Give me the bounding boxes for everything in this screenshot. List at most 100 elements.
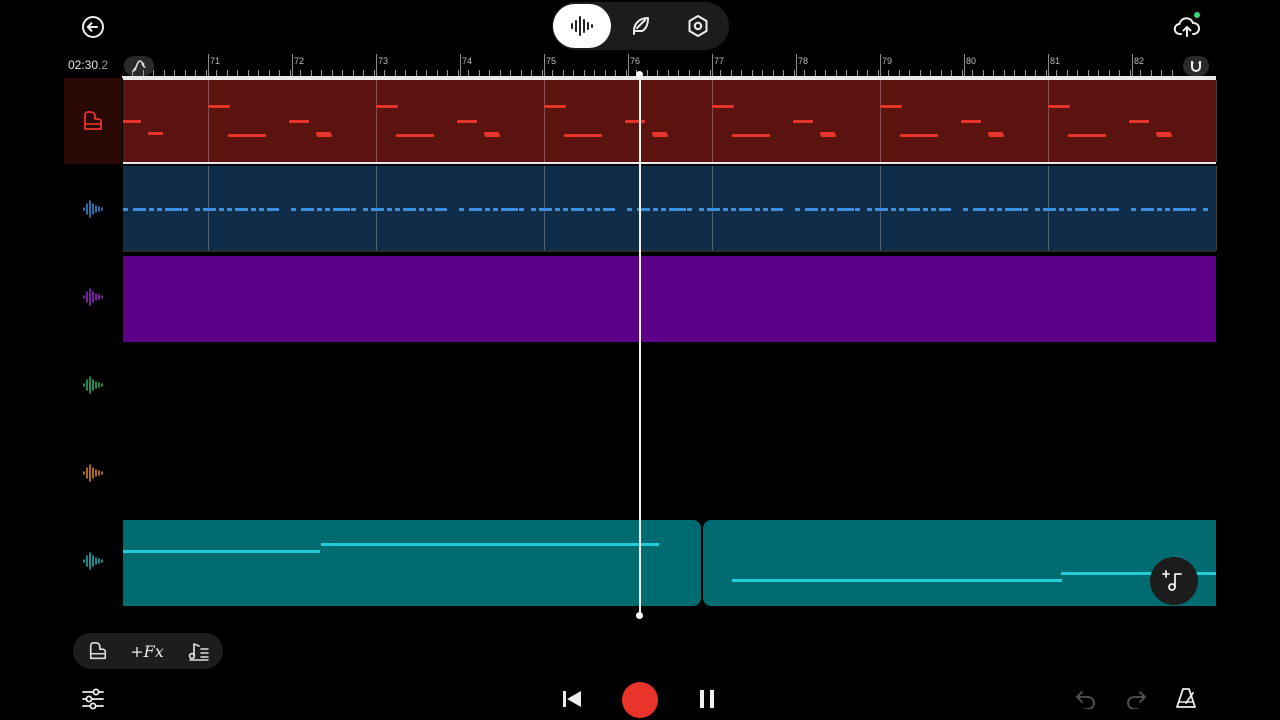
metronome-button[interactable] xyxy=(1172,684,1200,712)
midi-note[interactable] xyxy=(820,132,835,135)
bar-line xyxy=(964,54,965,76)
ruler-tick xyxy=(185,70,186,76)
midi-note[interactable] xyxy=(316,132,331,135)
midi-note[interactable] xyxy=(712,105,734,108)
track-header-green[interactable] xyxy=(64,342,122,428)
ruler-tick xyxy=(1004,70,1005,76)
midi-note[interactable] xyxy=(396,134,434,137)
midi-note[interactable] xyxy=(732,134,770,137)
bar-divider xyxy=(1216,80,1217,162)
mixer-button[interactable] xyxy=(80,686,106,712)
ruler-tick xyxy=(678,70,679,76)
midi-note[interactable] xyxy=(291,120,309,123)
redo-button[interactable] xyxy=(1122,686,1150,712)
add-note-button[interactable] xyxy=(1150,557,1198,605)
midi-note[interactable] xyxy=(900,134,938,137)
track-header-teal[interactable] xyxy=(64,518,122,604)
orange-lane-empty[interactable] xyxy=(123,430,1216,516)
midi-note[interactable] xyxy=(1068,134,1106,137)
ruler-tick xyxy=(164,70,165,76)
ruler-tick xyxy=(605,70,606,76)
bar-divider xyxy=(712,80,713,162)
undo-button[interactable] xyxy=(1072,686,1100,712)
drum-hit xyxy=(1203,208,1208,211)
midi-note[interactable] xyxy=(627,120,645,123)
instrument-button[interactable] xyxy=(85,639,111,663)
track-header-drums[interactable] xyxy=(64,166,122,252)
midi-note[interactable] xyxy=(544,105,566,108)
midi-note[interactable] xyxy=(1156,132,1171,135)
midi-note[interactable] xyxy=(1048,105,1070,108)
green-lane-empty[interactable] xyxy=(123,342,1216,428)
midi-note[interactable] xyxy=(228,134,266,137)
settings-mode-button[interactable] xyxy=(669,4,727,48)
bar-divider xyxy=(376,80,377,162)
cloud-upload-icon xyxy=(1173,17,1200,37)
drum-hit xyxy=(411,208,416,211)
drum-hit xyxy=(183,208,188,211)
ruler-tick xyxy=(332,70,333,76)
ruler-tick xyxy=(920,70,921,76)
timeline-ruler[interactable]: 71 72 73 74 75 76 77 78 79 80 81 82 xyxy=(122,50,1216,78)
midi-note[interactable] xyxy=(484,132,499,135)
ruler-tick xyxy=(216,70,217,76)
mode-switcher xyxy=(552,2,729,50)
redo-icon xyxy=(1127,691,1146,709)
drum-hit xyxy=(379,208,384,211)
ruler-tick xyxy=(405,70,406,76)
arrow-left-circle-icon xyxy=(82,16,104,38)
drums-clip[interactable] xyxy=(123,166,1217,252)
teal-clip-2[interactable] xyxy=(703,520,1216,606)
piano-clip[interactable] xyxy=(123,78,1217,164)
midi-note[interactable] xyxy=(880,105,902,108)
ruler-tick xyxy=(941,70,942,76)
bar-number: 76 xyxy=(630,56,641,66)
midi-note[interactable] xyxy=(988,132,1003,135)
drum-hit xyxy=(1067,208,1072,211)
bar-number: 72 xyxy=(294,56,305,66)
back-button[interactable] xyxy=(78,12,108,42)
ruler-tick xyxy=(752,70,753,76)
drum-hit xyxy=(267,208,279,211)
ruler-tick xyxy=(1172,70,1173,76)
playhead-handle-bottom[interactable] xyxy=(636,612,643,619)
waveform-mode-button[interactable] xyxy=(553,4,611,48)
drum-hit xyxy=(435,208,447,211)
add-fx-button[interactable]: +Fx xyxy=(127,640,167,662)
note-list-button[interactable] xyxy=(186,639,212,663)
cloud-upload-button[interactable] xyxy=(1170,10,1204,44)
pause-button[interactable] xyxy=(694,686,720,712)
midi-note[interactable] xyxy=(564,134,602,137)
magnet-icon xyxy=(1191,61,1201,72)
midi-note[interactable] xyxy=(123,120,141,123)
teal-clip-1[interactable] xyxy=(123,520,701,606)
purple-clip[interactable] xyxy=(123,256,1216,342)
playhead[interactable] xyxy=(639,74,641,615)
drum-hit xyxy=(157,208,162,211)
midi-note[interactable] xyxy=(963,120,981,123)
midi-note[interactable] xyxy=(652,132,667,135)
midi-note[interactable] xyxy=(459,120,477,123)
bar-number: 81 xyxy=(1050,56,1061,66)
track-header-orange[interactable] xyxy=(64,430,122,516)
midi-note[interactable] xyxy=(795,120,813,123)
feather-mode-button[interactable] xyxy=(611,4,669,48)
snap-button[interactable] xyxy=(1183,56,1209,76)
ruler-tick xyxy=(731,70,732,76)
playhead-handle-top[interactable] xyxy=(636,71,643,78)
ruler-tick xyxy=(657,70,658,76)
midi-note[interactable] xyxy=(376,105,398,108)
midi-note[interactable] xyxy=(208,105,230,108)
bar-line xyxy=(880,54,881,76)
midi-note[interactable] xyxy=(148,132,163,135)
ruler-tick xyxy=(888,70,889,76)
drum-hit xyxy=(427,208,432,211)
record-button[interactable] xyxy=(622,682,658,718)
drum-hit xyxy=(351,208,356,211)
bar-number: 71 xyxy=(210,56,221,66)
midi-note[interactable] xyxy=(1131,120,1149,123)
track-header-purple[interactable] xyxy=(64,254,122,340)
track-header-piano[interactable] xyxy=(64,78,122,164)
rewind-button[interactable] xyxy=(558,686,586,712)
drum-hit xyxy=(763,208,768,211)
